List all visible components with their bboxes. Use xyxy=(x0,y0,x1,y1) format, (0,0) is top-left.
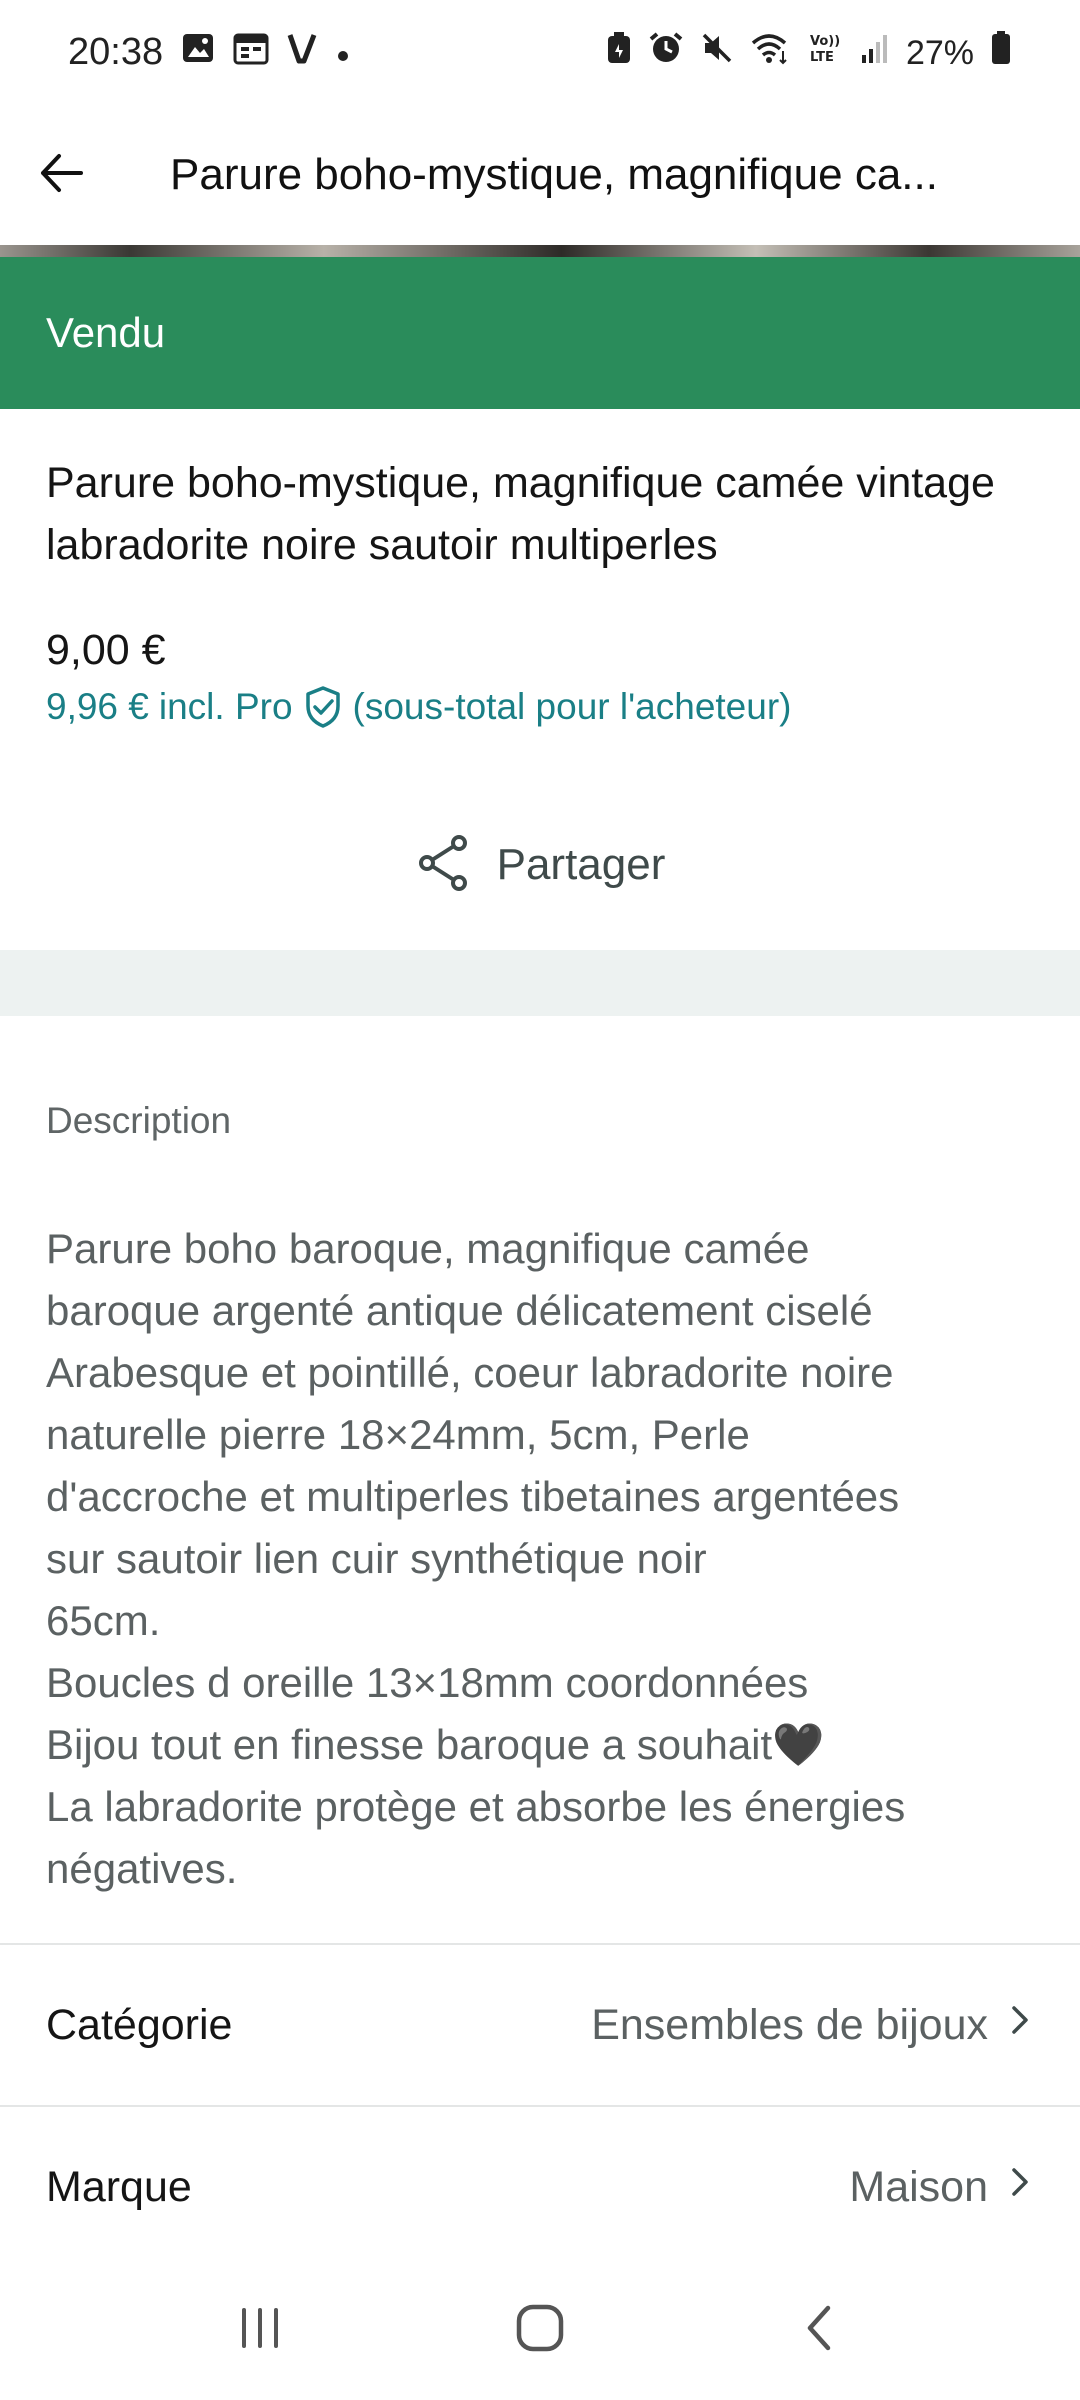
volte-icon: Vo)) LTE xyxy=(806,31,844,75)
battery-saver-icon xyxy=(606,31,632,75)
description-line: Boucles d oreille 13×18mm coordonnées xyxy=(46,1659,809,1706)
item-title: Parure boho-mystique, magnifique camée v… xyxy=(46,459,995,569)
section-divider xyxy=(0,950,1080,1016)
battery-percent: 27% xyxy=(905,33,974,72)
recent-apps-button[interactable] xyxy=(200,2270,320,2390)
alarm-icon xyxy=(648,31,684,75)
pro-label: incl. Pro xyxy=(158,686,293,727)
description-line: négatives. xyxy=(46,1845,238,1892)
status-bar: 20:38 Vo)) LTE 27% xyxy=(0,0,1080,105)
sold-banner: Vendu xyxy=(0,257,1080,409)
share-label: Partager xyxy=(496,840,666,889)
chevron-right-icon xyxy=(1006,2162,1034,2213)
pro-price: 9,96 € xyxy=(46,686,149,727)
item-info: Parure boho-mystique, magnifique camée v… xyxy=(46,452,1036,729)
signal-icon xyxy=(860,31,890,75)
description-body: Parure boho baroque, magnifique camée ba… xyxy=(46,1218,1046,1900)
home-icon xyxy=(514,2302,566,2359)
dot-icon xyxy=(335,31,351,74)
arrow-left-icon xyxy=(35,146,89,205)
category-value: Ensembles de bijoux xyxy=(591,2000,988,2049)
description-line: La labradorite protège et absorbe les én… xyxy=(46,1783,906,1830)
pro-price-row[interactable]: 9,96 € incl. Pro (sous-total pour l'ache… xyxy=(46,685,1036,729)
back-nav-button[interactable] xyxy=(760,2270,880,2390)
mute-icon xyxy=(700,31,734,75)
wifi-icon xyxy=(750,31,790,75)
status-time: 20:38 xyxy=(68,31,164,73)
calendar-icon xyxy=(233,31,269,75)
description-line: sur sautoir lien cuir synthétique noir xyxy=(46,1535,707,1582)
image-icon xyxy=(181,31,215,75)
svg-text:Vo)): Vo)) xyxy=(810,34,840,49)
back-nav-icon xyxy=(800,2302,840,2359)
share-icon xyxy=(415,833,471,898)
category-row[interactable]: Catégorie Ensembles de bijoux xyxy=(0,1945,1080,2105)
category-label: Catégorie xyxy=(46,2000,233,2049)
brand-label: Marque xyxy=(46,2162,192,2211)
shield-check-icon xyxy=(303,685,343,729)
item-photo-edge[interactable] xyxy=(0,245,1080,257)
recent-apps-icon xyxy=(236,2304,284,2357)
description-line: baroque argenté antique délicatement cis… xyxy=(46,1287,873,1334)
description-line: Bijou tout en finesse baroque a souhait🖤 xyxy=(46,1721,825,1768)
sold-label: Vendu xyxy=(46,309,166,356)
back-button[interactable] xyxy=(2,105,122,245)
battery-icon xyxy=(990,30,1012,76)
v-app-icon xyxy=(287,31,317,75)
share-button[interactable]: Partager xyxy=(0,820,1080,910)
item-detail-page: 20:38 Vo)) LTE 27% Parure boho-mystique,… xyxy=(0,0,1080,2400)
pro-note: (sous-total pour l'acheteur) xyxy=(352,686,792,727)
app-bar: Parure boho-mystique, magnifique ca... xyxy=(0,105,1080,245)
chevron-right-icon xyxy=(1006,2000,1034,2051)
description-line: d'accroche et multiperles tibetaines arg… xyxy=(46,1473,900,1520)
app-bar-title: Parure boho-mystique, magnifique ca... xyxy=(170,150,938,199)
brand-row[interactable]: Marque Maison xyxy=(0,2107,1080,2267)
brand-value: Maison xyxy=(849,2162,988,2211)
svg-text:LTE: LTE xyxy=(810,50,834,65)
item-price: 9,00 € xyxy=(46,626,166,674)
description-line: Parure boho baroque, magnifique camée xyxy=(46,1225,810,1272)
system-nav-bar xyxy=(0,2260,1080,2400)
description-line: Arabesque et pointillé, coeur labradorit… xyxy=(46,1349,894,1396)
description-line: naturelle pierre 18×24mm, 5cm, Perle xyxy=(46,1411,750,1458)
description-line: 65cm. xyxy=(46,1597,161,1644)
description-heading: Description xyxy=(46,1100,232,1141)
home-button[interactable] xyxy=(480,2270,600,2390)
